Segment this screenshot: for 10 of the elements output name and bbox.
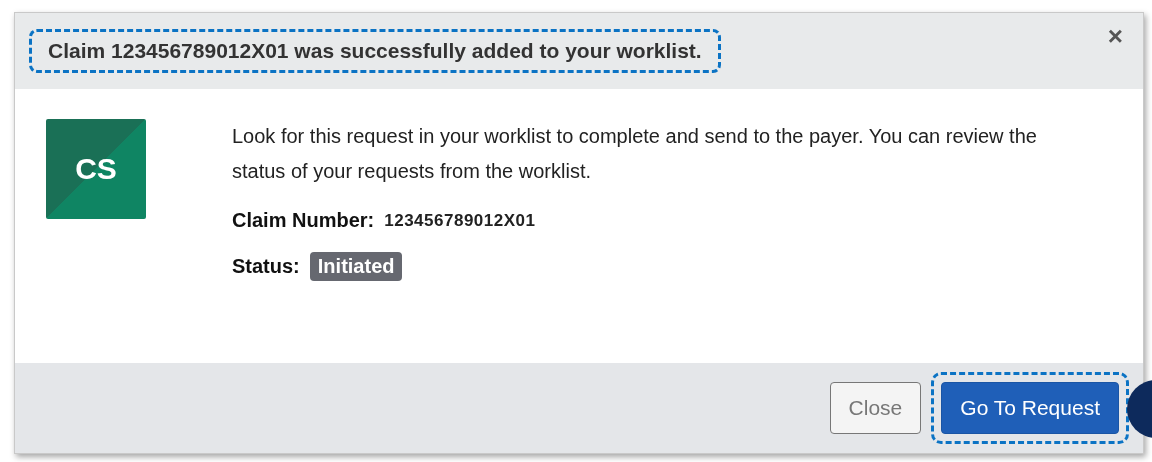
- field-value: 123456789012X01: [384, 210, 536, 231]
- field-label: Status:: [232, 255, 300, 278]
- status-badge: Initiated: [309, 252, 403, 281]
- close-icon[interactable]: ×: [1107, 21, 1123, 52]
- dialog-title: Claim 123456789012X01 was successfully added to your worklist.: [29, 29, 721, 73]
- go-to-request-button[interactable]: Go To Request: [941, 382, 1119, 434]
- avatar: CS: [46, 119, 146, 219]
- close-button[interactable]: Close: [829, 382, 922, 434]
- message-text: Look for this request in your worklist to complete and send to the payer. You can review the status of your requests from the worklist.: [232, 124, 1038, 184]
- field-label: Claim Number:: [232, 209, 375, 232]
